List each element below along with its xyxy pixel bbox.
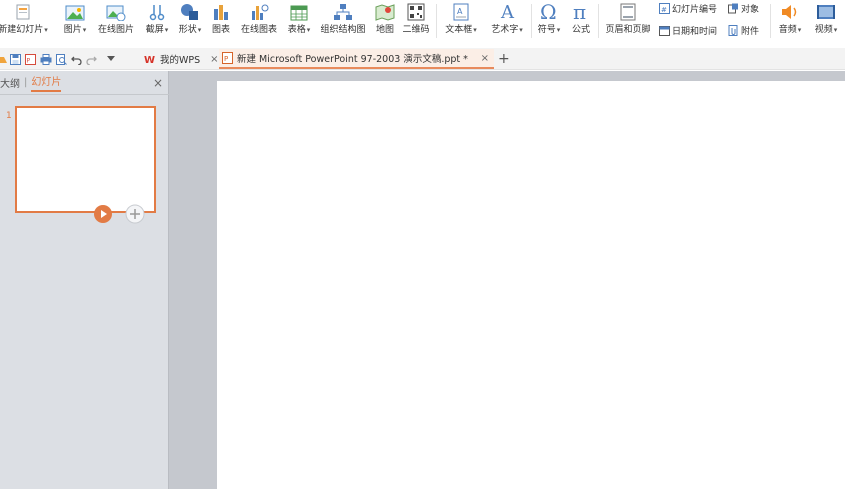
formula-button[interactable]: π 公式 bbox=[568, 0, 594, 44]
textbox-icon: A bbox=[453, 3, 469, 21]
new-tab-button[interactable]: + bbox=[498, 49, 510, 69]
omega-icon: Ω bbox=[540, 1, 557, 21]
online-chart-icon bbox=[252, 4, 269, 20]
online-picture-button[interactable]: 在线图片 bbox=[96, 0, 136, 44]
customize-toolbar-chevron-icon[interactable] bbox=[107, 56, 115, 62]
panel-tab-separator: | bbox=[24, 77, 28, 88]
svg-text:P: P bbox=[27, 57, 31, 64]
online-picture-icon bbox=[106, 5, 126, 21]
print-icon[interactable] bbox=[40, 53, 52, 65]
attachment-icon bbox=[728, 24, 738, 36]
add-slide-icon[interactable] bbox=[125, 204, 145, 224]
table-button[interactable]: 表格▾ bbox=[284, 0, 314, 44]
quick-access-toolbar: P bbox=[0, 52, 115, 66]
ppt-file-icon: P bbox=[222, 52, 233, 64]
table-icon bbox=[290, 5, 308, 21]
picture-button[interactable]: 图片▾ bbox=[58, 0, 92, 44]
play-slideshow-icon[interactable] bbox=[93, 204, 113, 224]
header-footer-button[interactable]: 页眉和页脚 bbox=[602, 0, 654, 44]
undo-icon[interactable] bbox=[71, 54, 82, 65]
new-slide-icon bbox=[16, 4, 30, 20]
map-icon bbox=[375, 4, 395, 21]
slide-canvas[interactable] bbox=[217, 81, 845, 489]
chart-button[interactable]: 图表 bbox=[208, 0, 234, 44]
map-button[interactable]: 地图 bbox=[372, 0, 398, 44]
save-icon[interactable] bbox=[10, 53, 21, 65]
redo-icon[interactable] bbox=[86, 54, 97, 65]
wps-logo-icon: W bbox=[144, 55, 155, 64]
shapes-button[interactable]: 形状▾ bbox=[174, 0, 206, 44]
ribbon-separator bbox=[598, 4, 599, 38]
tab-bar: P W 我的WPS × P 新建 Microsoft PowerPoint 97… bbox=[0, 48, 845, 70]
speaker-icon bbox=[782, 5, 797, 19]
screenshot-button[interactable]: 截屏▾ bbox=[140, 0, 174, 44]
svg-text:Ω: Ω bbox=[540, 1, 557, 21]
new-slide-button[interactable]: 新建幻灯片▾ bbox=[0, 0, 48, 44]
slide-number-button[interactable]: # 幻灯片编号 bbox=[659, 1, 717, 15]
object-button[interactable]: 对象 bbox=[728, 1, 759, 15]
shapes-icon bbox=[181, 4, 198, 20]
video-icon bbox=[817, 5, 835, 19]
ribbon-separator bbox=[770, 4, 771, 38]
open-folder-icon[interactable] bbox=[0, 53, 7, 65]
svg-text:A: A bbox=[457, 7, 463, 16]
calendar-icon bbox=[659, 25, 670, 36]
svg-text:P: P bbox=[224, 55, 228, 63]
wordart-button[interactable]: A 艺术字▾ bbox=[486, 0, 528, 44]
slide-thumbnail[interactable] bbox=[15, 106, 156, 213]
export-pdf-icon[interactable]: P bbox=[25, 53, 36, 65]
textbox-button[interactable]: A 文本框▾ bbox=[440, 0, 482, 44]
svg-text:W: W bbox=[144, 55, 155, 64]
org-chart-icon bbox=[334, 4, 352, 20]
online-chart-button[interactable]: 在线图表 bbox=[237, 0, 281, 44]
slides-panel: 大纲 | 幻灯片 × 1 bbox=[0, 71, 169, 489]
date-time-button[interactable]: 日期和时间 bbox=[659, 23, 717, 37]
ribbon-separator bbox=[436, 4, 437, 38]
slide-number-label: 1 bbox=[6, 111, 12, 121]
tab-document[interactable]: P 新建 Microsoft PowerPoint 97-2003 演示文稿.p… bbox=[219, 49, 494, 69]
pi-icon: π bbox=[573, 1, 586, 21]
ribbon-separator bbox=[531, 4, 532, 38]
video-button[interactable]: 视频▾ bbox=[808, 0, 844, 44]
tab-close-button[interactable]: × bbox=[481, 53, 489, 64]
tab-outline[interactable]: 大纲 bbox=[0, 75, 20, 90]
attachment-button[interactable]: 附件 bbox=[728, 23, 759, 37]
bar-chart-icon bbox=[214, 5, 228, 20]
wordart-icon: A bbox=[500, 2, 515, 21]
tab-slides[interactable]: 幻灯片 bbox=[31, 73, 62, 92]
slide-number-icon: # bbox=[659, 2, 670, 14]
smartart-button[interactable]: 组织结构图 bbox=[318, 0, 368, 44]
svg-text:π: π bbox=[573, 1, 586, 21]
svg-text:A: A bbox=[500, 2, 515, 21]
audio-button[interactable]: 音频▾ bbox=[774, 0, 806, 44]
print-preview-icon[interactable] bbox=[56, 53, 67, 65]
scissors-icon bbox=[149, 5, 165, 21]
qrcode-button[interactable]: 二维码 bbox=[400, 0, 432, 44]
panel-close-button[interactable]: × bbox=[153, 76, 163, 90]
picture-icon bbox=[65, 5, 85, 21]
tab-wps-home[interactable]: W 我的WPS × bbox=[140, 49, 223, 69]
ribbon-insert: 新建幻灯片▾ 图片▾ 在线图片 截屏▾ 形状▾ 图表 在线图表 表格▾ 组织结构… bbox=[0, 0, 845, 44]
object-icon bbox=[728, 3, 738, 13]
symbol-button[interactable]: Ω 符号▾ bbox=[533, 0, 565, 44]
qrcode-icon bbox=[407, 3, 425, 21]
tab-close-button[interactable]: × bbox=[210, 54, 218, 65]
workspace: 大纲 | 幻灯片 × 1 bbox=[0, 71, 845, 489]
panel-header: 大纲 | 幻灯片 × bbox=[0, 71, 169, 95]
header-footer-icon bbox=[620, 3, 636, 21]
svg-text:#: # bbox=[661, 6, 667, 14]
